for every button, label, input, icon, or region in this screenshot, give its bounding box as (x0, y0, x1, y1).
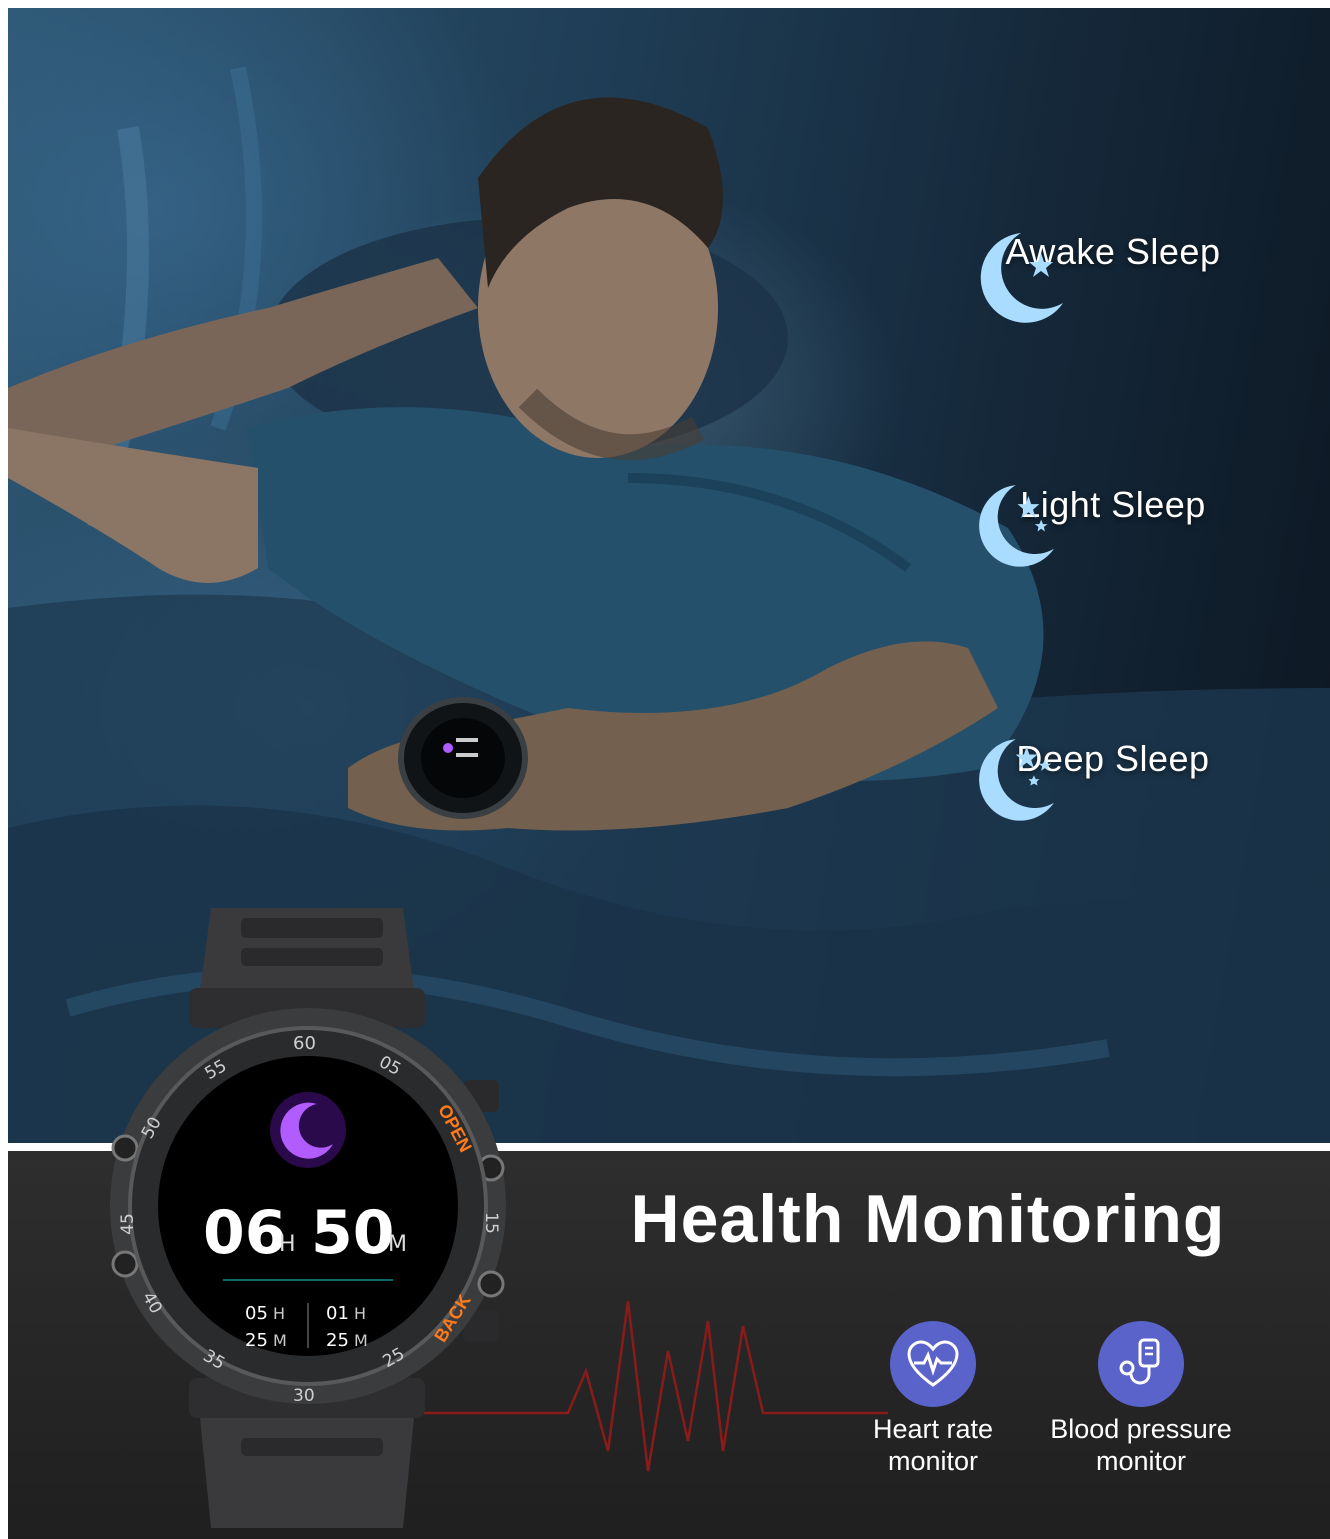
light-sleep-minutes: 25 (326, 1330, 349, 1351)
minute-unit: M (273, 1331, 287, 1350)
moon-three-stars-icon (979, 739, 1054, 821)
deep-sleep-hours: 05 (245, 1303, 268, 1324)
hour-unit: H (279, 1232, 296, 1257)
bezel-number: 30 (293, 1386, 315, 1406)
total-sleep-minutes: 50 (311, 1198, 395, 1268)
feature-label-line2: monitor (887, 1446, 979, 1476)
product-banner: Awake Sleep Light Sleep Deep Sleep Heart… (8, 8, 1330, 1539)
deep-sleep-minutes: 25 (245, 1330, 268, 1351)
moon-star-icon (980, 233, 1063, 323)
heart-pulse-icon (907, 1340, 959, 1387)
light-sleep-hours: 01 (326, 1303, 349, 1324)
sleep-stage-deep: Deep Sleep (963, 730, 1263, 821)
feature-label-line1: Heart rate (872, 1414, 994, 1444)
bezel-number: 45 (117, 1213, 138, 1235)
feature-label-line1: Blood pressure (1050, 1414, 1232, 1444)
total-sleep-hours: 06 (203, 1198, 287, 1268)
sleep-stage-awake: Awake Sleep (963, 223, 1263, 323)
feature-blood-pressure: Blood pressure monitor (1031, 1321, 1251, 1477)
bezel-number: 60 (293, 1033, 316, 1054)
minute-unit: M (388, 1232, 407, 1257)
hour-unit: H (273, 1304, 286, 1323)
heart-rate-badge (890, 1321, 976, 1407)
sleep-stage-light: Light Sleep (963, 476, 1263, 567)
feature-label-line2: monitor (1095, 1446, 1187, 1476)
headline: Health Monitoring (630, 1181, 1226, 1257)
minute-unit: M (354, 1331, 368, 1350)
hour-unit: H (354, 1304, 367, 1323)
blood-pressure-badge (1098, 1321, 1184, 1407)
smartwatch: 60 05 15 25 30 35 40 45 50 55 OPEN BACK … (103, 908, 523, 1539)
stethoscope-icon (1119, 1338, 1160, 1385)
bezel-number: 15 (480, 1212, 501, 1234)
moon-two-stars-icon (979, 485, 1054, 567)
feature-heart-rate: Heart rate monitor (823, 1321, 1043, 1477)
